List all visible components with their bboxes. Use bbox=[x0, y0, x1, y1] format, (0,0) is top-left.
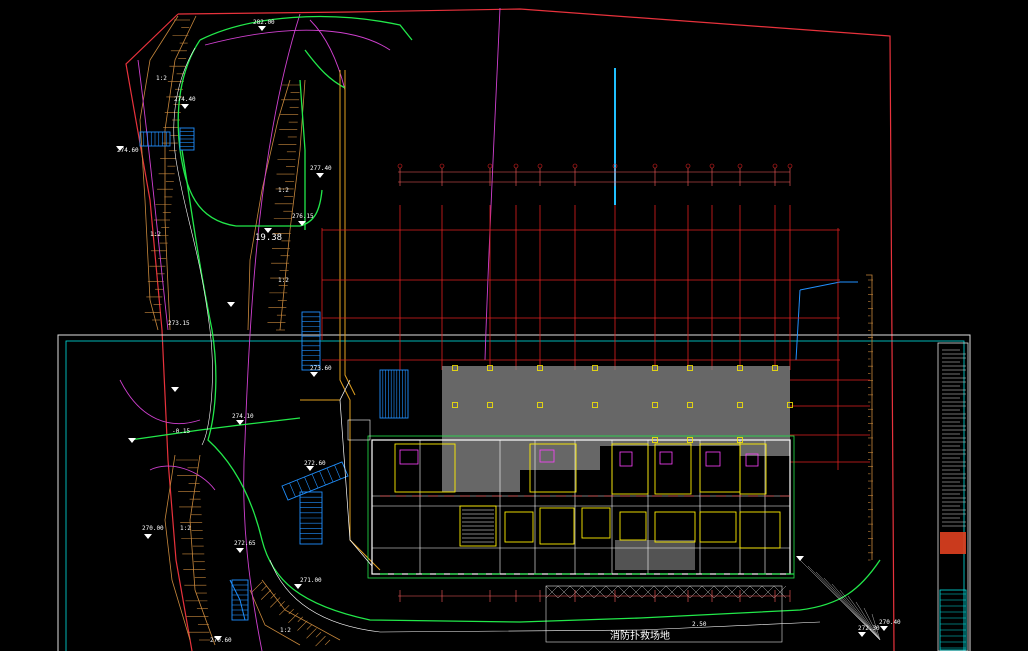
axis-bubble bbox=[737, 163, 743, 169]
elev-entrance: -0.15 bbox=[172, 428, 190, 435]
cad-site-plan-canvas[interactable]: 282.00 274.40 277.40 274.60 276.15 19.38… bbox=[0, 0, 1028, 651]
slope-hatch-line bbox=[324, 639, 331, 646]
axis-bubble bbox=[439, 163, 445, 169]
slope-ratio-3: 1:2 bbox=[150, 231, 161, 238]
axis-bubble bbox=[787, 163, 793, 169]
elevation-marker bbox=[236, 548, 244, 553]
elevation-marker bbox=[258, 26, 266, 31]
elevation-marker bbox=[858, 632, 866, 637]
elev-low-2: 272.65 bbox=[234, 540, 256, 547]
axis-bubble bbox=[487, 163, 493, 169]
slope-hatch-line bbox=[260, 589, 272, 600]
blue-paths bbox=[229, 68, 858, 621]
room bbox=[581, 507, 611, 539]
south-square-label: 消防扑救场地 bbox=[610, 629, 670, 642]
elevation-markers bbox=[116, 26, 888, 641]
slope-hatch-line bbox=[315, 632, 322, 638]
axis-bubble bbox=[685, 163, 691, 169]
axis-bubble bbox=[537, 163, 543, 169]
elev-bottom-1: 270.60 bbox=[210, 637, 232, 644]
elev-mid-2: 274.10 bbox=[232, 413, 254, 420]
room bbox=[699, 511, 737, 543]
elev-right: 270.40 bbox=[879, 619, 901, 626]
slope-ratio-6: 1:2 bbox=[280, 627, 291, 634]
elev-mid-3: 272.60 bbox=[304, 460, 326, 467]
elevation-marker bbox=[144, 534, 152, 539]
room bbox=[699, 443, 741, 493]
elev-road-1: 274.40 bbox=[174, 96, 196, 103]
slope-hatch-line bbox=[251, 581, 263, 593]
room bbox=[654, 443, 692, 495]
title-block bbox=[937, 342, 969, 651]
elev-left-2: 273.15 bbox=[168, 320, 190, 327]
road-edges bbox=[173, 47, 821, 633]
elevation-labels: 282.00 274.40 277.40 274.60 276.15 19.38… bbox=[117, 19, 901, 644]
axis-bubble bbox=[709, 163, 715, 169]
room bbox=[654, 511, 696, 543]
axis-bubble bbox=[397, 163, 403, 169]
elev-center: 19.38 bbox=[255, 233, 282, 243]
site-boundary bbox=[178, 8, 895, 651]
elevation-marker bbox=[227, 302, 235, 307]
elev-top-gate: 282.00 bbox=[253, 19, 275, 26]
elev-low-3: 271.00 bbox=[300, 577, 322, 584]
room bbox=[539, 507, 575, 545]
slope-ratio-5: 1:2 bbox=[180, 525, 191, 532]
site-boundary-west bbox=[125, 13, 193, 651]
elev-low-1: 270.00 bbox=[142, 525, 164, 532]
elevation-marker bbox=[306, 466, 314, 471]
slope-hatch-line bbox=[279, 604, 290, 616]
slope-hatch-line bbox=[306, 624, 313, 630]
south-plaza bbox=[545, 559, 881, 643]
slope-ratio-2: 1:2 bbox=[278, 187, 289, 194]
elevation-marker bbox=[128, 438, 136, 443]
hatched-roof bbox=[442, 366, 790, 570]
elevation-marker bbox=[880, 626, 888, 631]
slope-ratio-4: 1:2 bbox=[278, 277, 289, 284]
elevation-marker bbox=[316, 173, 324, 178]
axis-bubble bbox=[513, 163, 519, 169]
elev-mid-1: 273.60 bbox=[310, 365, 332, 372]
elevation-marker bbox=[181, 104, 189, 109]
elev-south: 2.50 bbox=[692, 621, 707, 628]
axis-bubble bbox=[572, 163, 578, 169]
slope-hatch-line bbox=[297, 620, 308, 631]
room bbox=[504, 511, 534, 543]
slope-hatch-line bbox=[270, 597, 281, 608]
elevation-marker bbox=[171, 387, 179, 392]
elev-bottom-2: 272.30 bbox=[858, 625, 880, 632]
slope-ratio-1: 1:2 bbox=[156, 75, 167, 82]
slope-hatch-line bbox=[306, 628, 317, 639]
slope-hatch-line bbox=[315, 635, 326, 647]
axis-bubble bbox=[652, 163, 658, 169]
room bbox=[739, 511, 781, 549]
room bbox=[619, 511, 647, 541]
elevation-marker bbox=[796, 556, 804, 561]
elev-road-2: 277.40 bbox=[310, 165, 332, 172]
axis-bubble bbox=[772, 163, 778, 169]
elevation-marker bbox=[294, 584, 302, 589]
elev-road-4: 276.15 bbox=[292, 213, 314, 220]
room bbox=[611, 443, 649, 495]
slope-hatch-line bbox=[261, 585, 267, 592]
elevation-marker bbox=[310, 372, 318, 377]
